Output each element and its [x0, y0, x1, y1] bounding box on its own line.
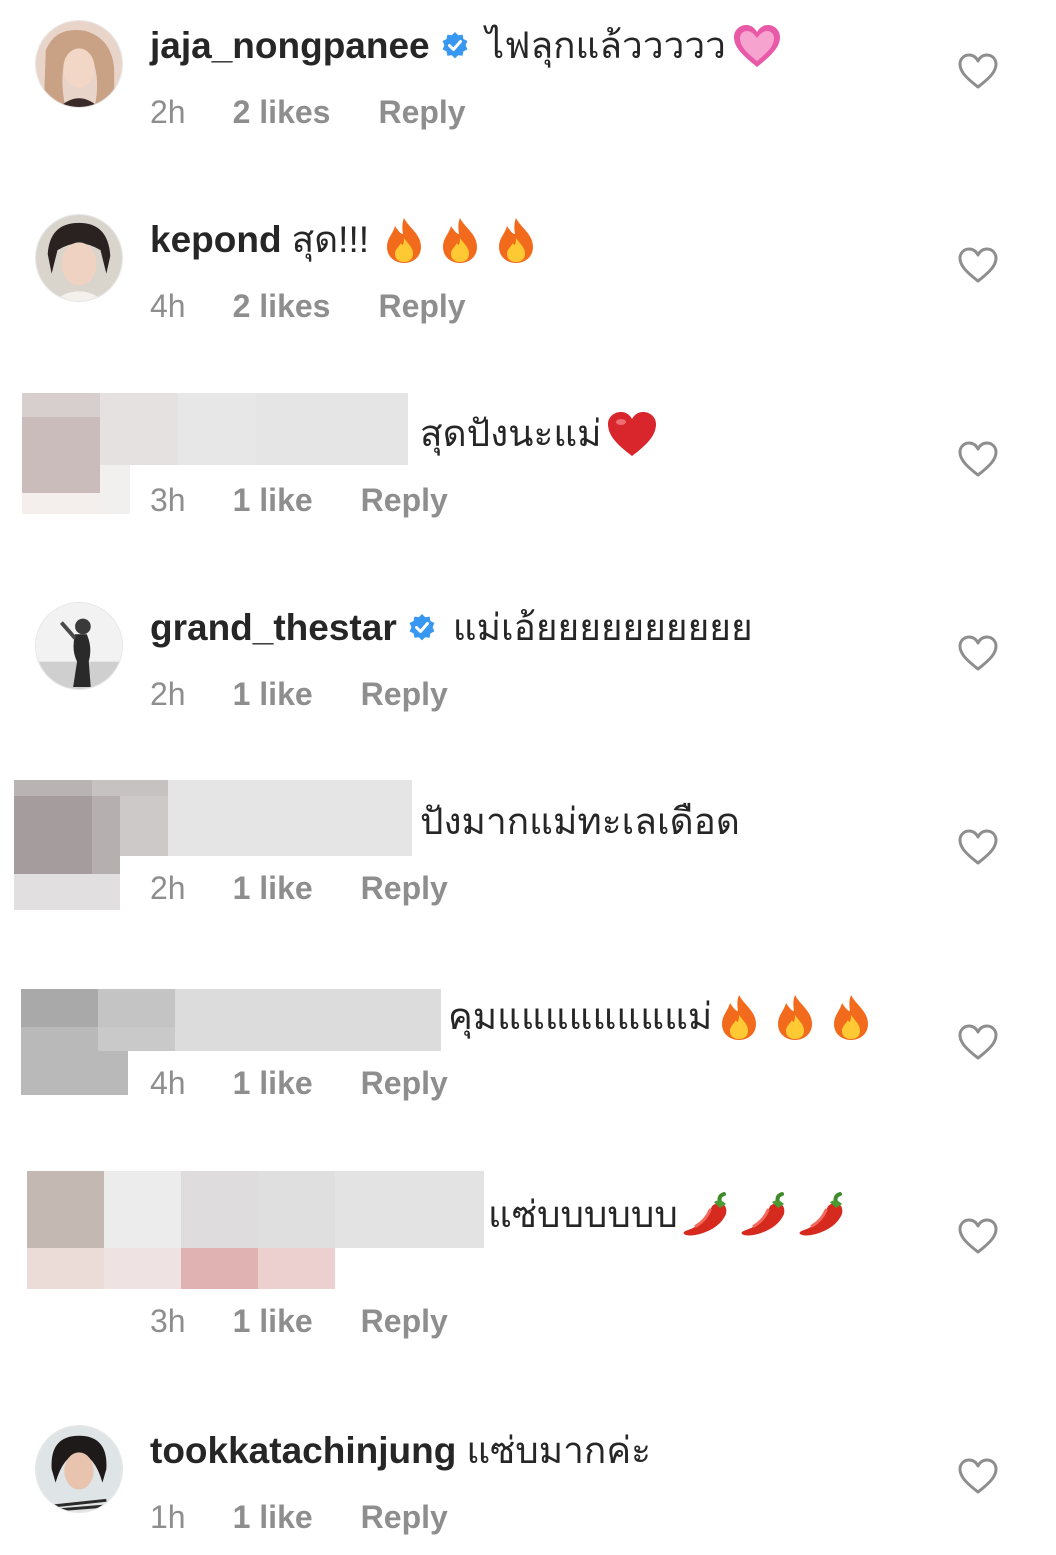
comment-meta: 4h 1 like Reply [150, 1061, 448, 1105]
comment-item: ปังมากแม่ทะเลเดือด 2h 1 like Reply [0, 776, 1056, 926]
fire-icon [439, 216, 481, 264]
comment-item: แซ่บบบบบบ 3h 1 like Reply [0, 1165, 1056, 1339]
likes-count[interactable]: 1 like [233, 1499, 313, 1536]
comment-text: คุมแแแแแแแแม่ [448, 996, 713, 1037]
avatar[interactable] [35, 214, 123, 302]
comment-item: สุดปังนะแม่ 3h 1 like Reply [0, 388, 1056, 538]
heart-outline-icon[interactable] [957, 1217, 999, 1255]
reply-button[interactable]: Reply [361, 1499, 448, 1536]
username[interactable]: kepond [150, 214, 282, 266]
comment-line: grand_thestar แม่เอ้ยยยยยยยยยย [150, 602, 753, 654]
comment-text: แม่เอ้ยยยยยยยยยย [452, 607, 753, 648]
avatar[interactable] [35, 1425, 123, 1513]
comment-text: สุดปังนะแม่ [420, 413, 602, 454]
avatar[interactable] [35, 602, 123, 690]
blurred-avatar-username [27, 1171, 484, 1289]
comment-item: tookkatachinjung แซ่บมากค่ะ 1h 1 like Re… [0, 1405, 1056, 1555]
comment-line: คุมแแแแแแแแม่ [448, 991, 872, 1043]
heart-outline-icon[interactable] [957, 828, 999, 866]
reply-button[interactable]: Reply [378, 94, 465, 131]
comment-item: kepond สุด!!! 4h 2 likes Reply [0, 194, 1056, 344]
comment-meta: 2h 1 like Reply [150, 866, 448, 910]
comment-line: tookkatachinjung แซ่บมากค่ะ [150, 1425, 651, 1477]
heart-outline-icon[interactable] [957, 52, 999, 90]
timestamp: 4h [150, 287, 186, 324]
fire-icon [495, 216, 537, 264]
comment-line: ปังมากแม่ทะเลเดือด [420, 796, 740, 848]
comment-text: ไฟลุกแล้ววววว [485, 25, 726, 66]
comment-item: jaja_nongpanee ไฟลุกแล้ววววว 2h 2 likes … [0, 0, 1056, 150]
likes-count[interactable]: 1 like [233, 1065, 313, 1102]
avatar[interactable] [35, 20, 123, 108]
comment-line: kepond สุด!!! [150, 214, 537, 266]
fire-icon [383, 216, 425, 264]
username[interactable]: jaja_nongpanee [150, 20, 430, 72]
verified-badge-icon [440, 31, 470, 61]
reply-button[interactable]: Reply [361, 1065, 448, 1102]
timestamp: 3h [150, 1302, 186, 1339]
timestamp: 3h [150, 481, 186, 518]
heart-outline-icon[interactable] [957, 634, 999, 672]
reply-button[interactable]: Reply [361, 676, 448, 713]
likes-count[interactable]: 1 like [233, 1303, 313, 1340]
fire-icon [774, 993, 816, 1041]
username[interactable]: grand_thestar [150, 602, 397, 654]
fire-icon [718, 993, 760, 1041]
reply-button[interactable]: Reply [361, 482, 448, 519]
comment-line: แซ่บบบบบบ [488, 1189, 848, 1241]
comment-line: สุดปังนะแม่ [420, 408, 658, 460]
comment-text: แซ่บมากค่ะ [466, 1430, 651, 1471]
timestamp: 2h [150, 93, 186, 130]
comment-meta: 2h 1 like Reply [150, 672, 448, 716]
heart-outline-icon[interactable] [957, 1023, 999, 1061]
comment-meta: 3h 1 like Reply [150, 478, 448, 522]
verified-badge-icon [407, 613, 437, 643]
likes-count[interactable]: 1 like [233, 676, 313, 713]
chili-pepper-icon [680, 1190, 732, 1240]
heart-outline-icon[interactable] [957, 246, 999, 284]
fire-icon [830, 993, 872, 1041]
comment-text: สุด!!! [291, 219, 370, 260]
heart-outline-icon[interactable] [957, 1457, 999, 1495]
comment-text: ปังมากแม่ทะเลเดือด [420, 801, 740, 842]
likes-count[interactable]: 2 likes [233, 94, 331, 131]
timestamp: 2h [150, 675, 186, 712]
pink-heart-icon [732, 23, 782, 69]
comment-meta: 2h 2 likes Reply [150, 90, 466, 134]
comment-item: grand_thestar แม่เอ้ยยยยยยยยยย 2h 1 like… [0, 582, 1056, 732]
comment-meta: 1h 1 like Reply [150, 1495, 448, 1539]
comment-text: แซ่บบบบบบ [488, 1194, 678, 1235]
timestamp: 2h [150, 869, 186, 906]
heart-outline-icon[interactable] [957, 440, 999, 478]
chili-pepper-icon [796, 1190, 848, 1240]
timestamp: 1h [150, 1498, 186, 1535]
username[interactable]: tookkatachinjung [150, 1425, 456, 1477]
chili-pepper-icon [738, 1190, 790, 1240]
red-heart-icon [606, 410, 658, 458]
reply-button[interactable]: Reply [361, 870, 448, 907]
comment-meta: 3h 1 like Reply [150, 1299, 448, 1343]
likes-count[interactable]: 2 likes [233, 288, 331, 325]
reply-button[interactable]: Reply [361, 1303, 448, 1340]
timestamp: 4h [150, 1064, 186, 1101]
reply-button[interactable]: Reply [378, 288, 465, 325]
likes-count[interactable]: 1 like [233, 482, 313, 519]
comment-line: jaja_nongpanee ไฟลุกแล้ววววว [150, 20, 782, 72]
comment-meta: 4h 2 likes Reply [150, 284, 466, 328]
comment-item: คุมแแแแแแแแม่ 4h 1 like Reply [0, 971, 1056, 1121]
likes-count[interactable]: 1 like [233, 870, 313, 907]
